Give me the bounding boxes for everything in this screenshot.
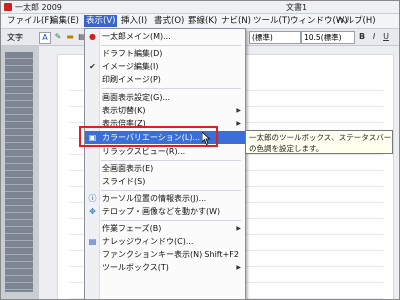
- app-window: 一太郎 2009 文書1 ファイル(F) 編集(E) 表示(V) 挿入(I) 書…: [0, 0, 400, 300]
- menu-navi[interactable]: ナビ(N): [219, 15, 253, 27]
- submenu-arrow-icon: ▶: [236, 225, 241, 232]
- menu-item-fullscreen[interactable]: 全画面表示(E): [85, 162, 245, 175]
- ruler-ticks: [5, 52, 33, 292]
- highlight-icon[interactable]: ▬: [65, 32, 75, 42]
- menu-rule[interactable]: 罫線(K): [186, 15, 219, 27]
- menu-item-work-phase[interactable]: 作業フェーズ(B) ▶: [85, 222, 245, 235]
- vertical-ruler: [1, 46, 39, 299]
- app-main-icon: ●: [89, 32, 96, 41]
- menu-item-print-image[interactable]: 印刷イメージ(P): [85, 73, 245, 86]
- pen-icon[interactable]: ✎: [53, 32, 63, 42]
- menu-item-move-objects[interactable]: ✥ テロップ・画像などを動かす(W): [85, 205, 245, 218]
- font-select[interactable]: (標準): [249, 31, 301, 44]
- view-menu-dropdown: ● 一太郎メイン(M)... ドラフト編集(D) ✔ イメージ編集(I) 印刷イ…: [84, 28, 246, 299]
- tooltip-line-1: 一太郎のツールボックス、ステータスバー、ナレッジウィンドウなど: [249, 133, 392, 142]
- menu-item-knowledge-window[interactable]: ▤ ナレッジウィンドウ(C)...: [85, 235, 245, 248]
- highlight-callout-box: [79, 126, 218, 147]
- menu-item-toolbox[interactable]: ツールボックス(T) ▶: [85, 261, 245, 274]
- menu-separator: [101, 45, 241, 46]
- menu-separator: [101, 160, 241, 161]
- title-bar: 一太郎 2009 文書1: [1, 1, 399, 14]
- move-object-icon: ✥: [89, 207, 96, 216]
- menu-separator: [101, 190, 241, 191]
- menu-item-main[interactable]: ● 一太郎メイン(M)...: [85, 30, 245, 43]
- menu-bar: ファイル(F) 編集(E) 表示(V) 挿入(I) 書式(O) 罫線(K) ナビ…: [1, 14, 399, 29]
- menu-help[interactable]: ヘルプ(H): [335, 15, 378, 27]
- menu-item-image-edit[interactable]: ✔ イメージ編集(I): [85, 60, 245, 73]
- menu-format[interactable]: 書式(O): [152, 15, 186, 27]
- menu-item-slide[interactable]: スライド(S): [85, 175, 245, 188]
- mouse-cursor-icon: [202, 132, 211, 145]
- tooltip: 一太郎のツールボックス、ステータスバー、ナレッジウィンドウなど の色調を設定しま…: [245, 130, 393, 154]
- font-size-select[interactable]: 10.5(標準): [301, 31, 355, 44]
- knowledge-window-icon: ▤: [88, 237, 97, 246]
- submenu-arrow-icon: ▶: [236, 264, 241, 271]
- submenu-arrow-icon: ▶: [236, 107, 241, 114]
- tooltip-line-2: の色調を設定します。: [249, 144, 324, 153]
- menu-view[interactable]: 表示(V): [84, 15, 118, 27]
- underline-icon[interactable]: U: [381, 32, 391, 42]
- text-style-icon[interactable]: A: [39, 32, 51, 44]
- document-title: 文書1: [286, 3, 308, 12]
- italic-icon[interactable]: I: [369, 32, 379, 42]
- menu-item-draft-edit[interactable]: ドラフト編集(D): [85, 47, 245, 60]
- shortcut-label: Shift+F2: [204, 250, 239, 259]
- checkmark-icon: ✔: [89, 62, 96, 71]
- menu-separator: [101, 220, 241, 221]
- menu-tools[interactable]: ツール(T): [251, 15, 292, 27]
- bold-icon[interactable]: B: [357, 32, 367, 42]
- info-icon: ⓘ: [88, 194, 97, 203]
- menu-insert[interactable]: 挿入(I): [119, 15, 149, 27]
- menu-item-display-settings[interactable]: 画面表示設定(G)...: [85, 91, 245, 104]
- app-title: 一太郎 2009: [15, 3, 62, 12]
- submenu-arrow-icon: ▶: [236, 120, 241, 127]
- toolbar-label: 文字: [7, 33, 23, 42]
- menu-item-display-toggle[interactable]: 表示切替(K) ▶: [85, 104, 245, 117]
- menu-item-function-keys[interactable]: ファンクションキー表示(N) Shift+F2: [85, 248, 245, 261]
- menu-edit[interactable]: 編集(E): [48, 15, 81, 27]
- menu-separator: [101, 88, 241, 89]
- menu-item-cursor-info[interactable]: ⓘ カーソル位置の情報表示(J)...: [85, 192, 245, 205]
- app-logo-icon: [4, 3, 12, 11]
